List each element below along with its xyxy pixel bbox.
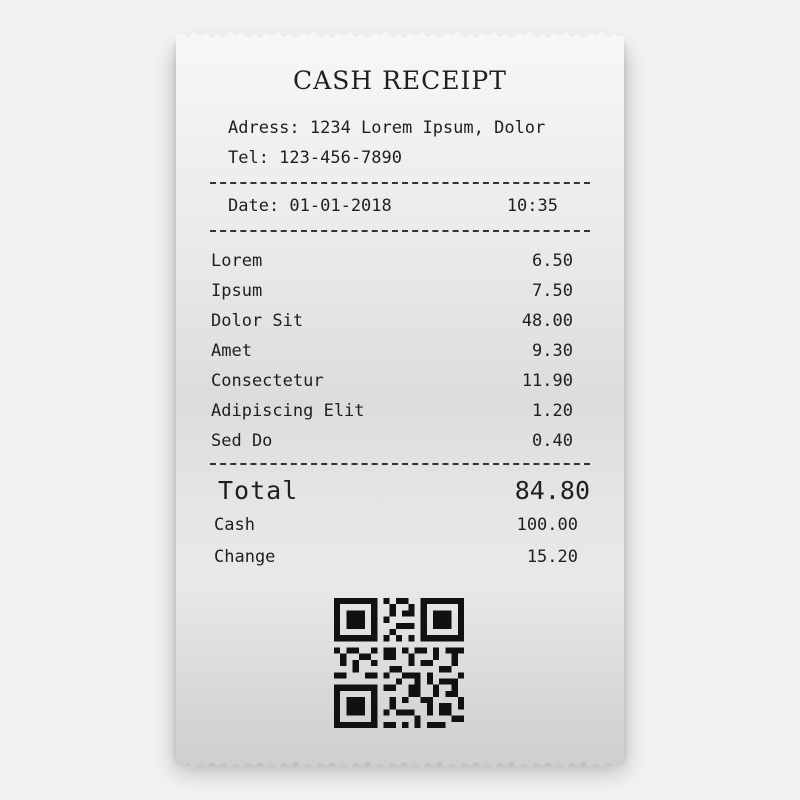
list-item: Sed Do 0.40	[211, 431, 573, 455]
total-label: Total	[218, 476, 299, 505]
item-price: 9.30	[532, 341, 573, 361]
item-name: Amet	[211, 341, 252, 361]
list-item: Consectetur 11.90	[211, 371, 573, 395]
item-price: 7.50	[532, 281, 573, 301]
item-price: 11.90	[521, 371, 573, 391]
item-name: Ipsum	[211, 281, 263, 301]
list-item: Adipiscing Elit 1.20	[211, 401, 573, 425]
item-price: 48.00	[521, 311, 573, 331]
total-value: 84.80	[514, 476, 590, 505]
divider	[210, 182, 590, 184]
qr-code-icon	[334, 598, 464, 728]
date-label: Date: 01-01-2018	[228, 196, 392, 216]
change-value: 15.20	[526, 547, 578, 567]
item-name: Dolor Sit	[211, 311, 304, 331]
address-line: Adress: 1234 Lorem Ipsum, Dolor	[228, 118, 546, 138]
item-name: Sed Do	[211, 431, 273, 451]
item-name: Lorem	[211, 251, 263, 271]
cash-label: Cash	[214, 515, 255, 535]
phone-line: Tel: 123-456-7890	[228, 148, 402, 168]
receipt-paper: CASH RECEIPT Adress: 1234 Lorem Ipsum, D…	[176, 32, 624, 768]
receipt-title: CASH RECEIPT	[293, 66, 507, 95]
item-price: 6.50	[532, 251, 573, 271]
list-item: Amet 9.30	[211, 341, 573, 365]
list-item: Dolor Sit 48.00	[211, 311, 573, 335]
torn-edge-top	[176, 32, 624, 41]
item-name: Consectetur	[211, 371, 324, 391]
list-item: Ipsum 7.50	[211, 281, 573, 305]
change-label: Change	[214, 547, 276, 567]
divider	[210, 463, 590, 465]
torn-edge-bottom	[176, 759, 624, 768]
time-label: 10:35	[506, 196, 558, 216]
divider	[210, 230, 590, 232]
list-item: Lorem 6.50	[211, 251, 573, 275]
item-price: 0.40	[532, 431, 573, 451]
item-name: Adipiscing Elit	[211, 401, 365, 421]
cash-value: 100.00	[516, 515, 578, 535]
item-price: 1.20	[532, 401, 573, 421]
